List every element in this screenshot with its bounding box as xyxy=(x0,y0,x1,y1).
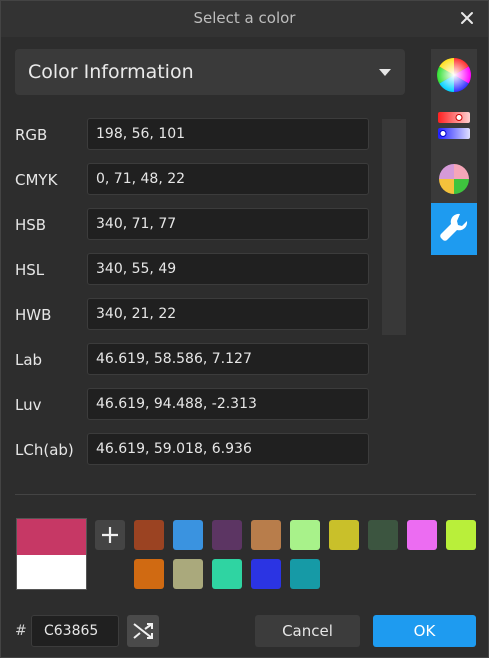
color-harmony-icon xyxy=(439,164,469,194)
new-color-preview xyxy=(17,519,86,555)
lab-label: Lab xyxy=(15,351,43,369)
cancel-button[interactable]: Cancel xyxy=(255,615,360,647)
hsl-label: HSL xyxy=(15,261,45,279)
color-swatch[interactable] xyxy=(407,520,437,550)
divider xyxy=(15,494,476,495)
hsb-field[interactable]: 340, 71, 77 xyxy=(87,208,369,240)
color-swatch[interactable] xyxy=(173,520,203,550)
mode-dropdown[interactable]: Color Information xyxy=(15,49,405,95)
rgb-value: 198, 56, 101 xyxy=(96,126,186,142)
info-scrollbar[interactable] xyxy=(382,119,406,335)
cmyk-label: CMYK xyxy=(15,171,58,189)
luv-label: Luv xyxy=(15,396,42,414)
add-swatch-button[interactable] xyxy=(95,520,125,550)
color-swatch[interactable] xyxy=(251,520,281,550)
color-harmony-button[interactable] xyxy=(431,153,477,205)
cmyk-field[interactable]: 0, 71, 48, 22 xyxy=(87,163,369,195)
hwb-label: HWB xyxy=(15,306,52,324)
color-swatch[interactable] xyxy=(446,520,476,550)
rgb-label: RGB xyxy=(15,126,48,144)
rgb-field[interactable]: 198, 56, 101 xyxy=(87,118,369,150)
cmyk-value: 0, 71, 48, 22 xyxy=(96,171,186,187)
hwb-value: 340, 21, 22 xyxy=(96,306,177,322)
sliders-button[interactable] xyxy=(431,101,477,153)
sliders-icon xyxy=(438,112,470,139)
color-wheel-icon xyxy=(437,58,471,92)
lab-field[interactable]: 46.619, 58.586, 7.127 xyxy=(87,343,369,375)
lch-field[interactable]: 46.619, 59.018, 6.936 xyxy=(87,433,369,465)
color-swatch[interactable] xyxy=(329,520,359,550)
hex-prefix: # xyxy=(15,623,27,639)
hex-input[interactable]: C63865 xyxy=(31,615,119,647)
hwb-field[interactable]: 340, 21, 22 xyxy=(87,298,369,330)
ok-button[interactable]: OK xyxy=(373,615,476,647)
hsl-field[interactable]: 340, 55, 49 xyxy=(87,253,369,285)
color-preview xyxy=(16,518,87,590)
lch-label: LCh(ab) xyxy=(15,441,74,459)
chevron-down-icon xyxy=(379,69,391,76)
hsb-value: 340, 71, 77 xyxy=(96,216,177,232)
shuffle-icon xyxy=(133,623,153,639)
hsl-value: 340, 55, 49 xyxy=(96,261,177,277)
lch-value: 46.619, 59.018, 6.936 xyxy=(96,441,252,457)
lab-value: 46.619, 58.586, 7.127 xyxy=(96,351,252,367)
color-swatch[interactable] xyxy=(212,559,242,589)
color-wheel-button[interactable] xyxy=(431,49,477,101)
luv-field[interactable]: 46.619, 94.488, -2.313 xyxy=(87,388,369,420)
luv-value: 46.619, 94.488, -2.313 xyxy=(96,396,257,412)
dialog-title: Select a color xyxy=(193,9,296,27)
hsb-label: HSB xyxy=(15,216,47,234)
side-tool-panel xyxy=(431,49,477,255)
shuffle-button[interactable] xyxy=(127,615,159,647)
color-swatch[interactable] xyxy=(368,520,398,550)
color-swatch[interactable] xyxy=(134,559,164,589)
color-swatch[interactable] xyxy=(290,520,320,550)
wrench-icon xyxy=(440,213,468,241)
mode-dropdown-label: Color Information xyxy=(28,61,194,83)
title-bar: Select a color xyxy=(1,1,488,37)
color-picker-dialog: Select a color Color Information RGB 198… xyxy=(0,0,489,658)
color-swatch[interactable] xyxy=(173,559,203,589)
wrench-button[interactable] xyxy=(431,203,477,255)
color-swatch[interactable] xyxy=(212,520,242,550)
color-swatch[interactable] xyxy=(251,559,281,589)
close-icon[interactable] xyxy=(458,9,476,27)
hex-value: C63865 xyxy=(44,623,99,639)
plus-icon xyxy=(102,527,118,543)
color-swatch[interactable] xyxy=(290,559,320,589)
color-swatch[interactable] xyxy=(134,520,164,550)
old-color-preview[interactable] xyxy=(17,555,86,589)
